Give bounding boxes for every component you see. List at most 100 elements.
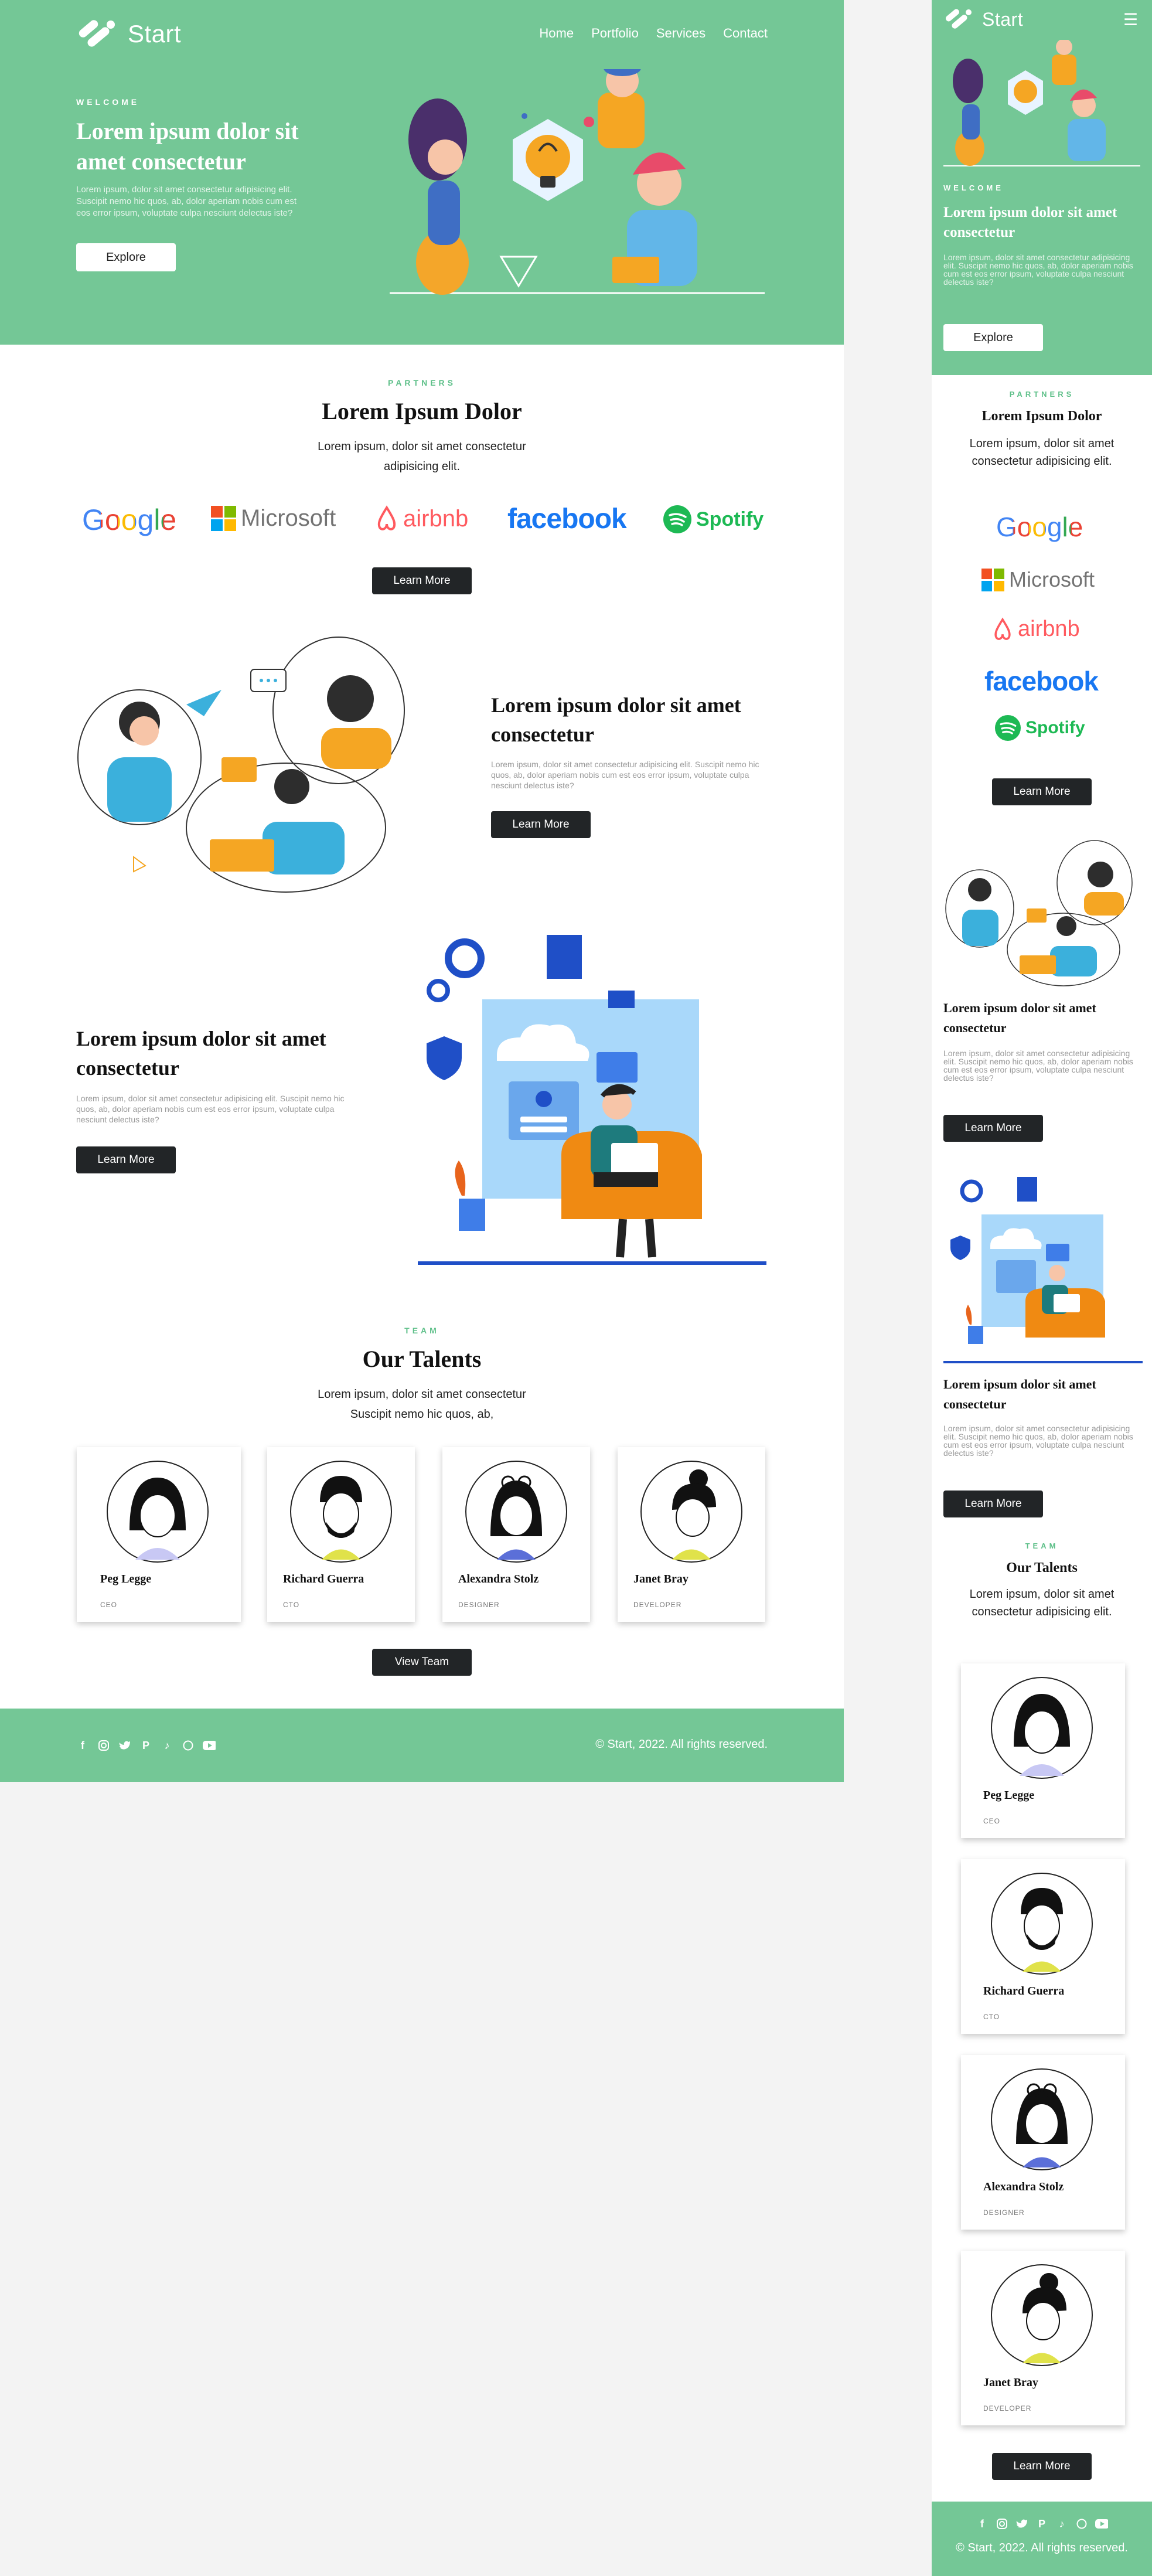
mobile-brand-logo[interactable]: Start — [943, 8, 1023, 30]
facebook-logo-text: facebook — [984, 666, 1099, 696]
tiktok-icon[interactable]: ♪ — [1055, 2517, 1068, 2530]
partners-title: Lorem Ipsum Dolor — [981, 409, 1102, 424]
feature2-learn-more-button[interactable]: Learn More — [943, 1491, 1043, 1517]
spotify-logo-text: Spotify — [696, 508, 764, 530]
cloud-security-illustration — [943, 1177, 1143, 1363]
communication-illustration — [77, 637, 405, 893]
pinterest-icon[interactable]: P — [139, 1739, 152, 1752]
team-card[interactable]: Peg Legge CEO — [961, 1663, 1125, 1838]
team-learn-more-button[interactable]: Learn More — [992, 2453, 1092, 2480]
feature2-title: Lorem ipsum dolor sit amet consectetur — [943, 1377, 1096, 1411]
microsoft-logo-text: Microsoft — [1009, 567, 1095, 591]
feature1-learn-more-button[interactable]: Learn More — [943, 1115, 1043, 1142]
feature1-text: Lorem ipsum, dolor sit amet consectetur … — [943, 1049, 1133, 1083]
feature1-learn-more-button[interactable]: Learn More — [491, 811, 591, 838]
logo-mark-icon — [943, 8, 974, 30]
google-logo-text: Google — [996, 512, 1083, 542]
nav-home[interactable]: Home — [539, 26, 574, 41]
youtube-icon[interactable] — [1095, 2517, 1108, 2530]
spotify-logo-text: Spotify — [1025, 718, 1085, 737]
team-eyebrow: TEAM — [1025, 1541, 1059, 1550]
tiktok-icon[interactable]: ♪ — [161, 1739, 173, 1752]
airbnb-logo-text: airbnb — [403, 505, 469, 532]
partners-learn-more-button[interactable]: Learn More — [992, 778, 1092, 805]
explore-button[interactable]: Explore — [943, 324, 1043, 351]
feature1-title: Lorem ipsum dolor sit amet consectetur — [491, 693, 741, 746]
pinterest-icon[interactable]: P — [1035, 2517, 1048, 2530]
member-name: Peg Legge — [100, 1573, 152, 1585]
hero-text: Lorem ipsum, dolor sit amet consectetur … — [943, 253, 1133, 287]
youtube-icon[interactable] — [203, 1739, 216, 1752]
nav-services[interactable]: Services — [656, 26, 705, 41]
microsoft-logo: Microsoft — [211, 505, 336, 532]
feature1-text: Lorem ipsum, dolor sit amet consectetur … — [491, 760, 759, 790]
microsoft-logo: Microsoft — [981, 567, 1095, 592]
mobile-hero-section: Start ☰ WELCOME Lorem ipsum dolor sit am… — [932, 0, 1152, 375]
avatar — [290, 1461, 392, 1563]
member-role: DESIGNER — [983, 2209, 1025, 2217]
partners-text: Lorem ipsum, dolor sit amet consectetur … — [969, 437, 1114, 468]
team-card[interactable]: Alexandra Stolz DESIGNER — [961, 2055, 1125, 2230]
main-nav: Home Portfolio Services Contact — [539, 26, 768, 41]
partners-eyebrow: PARTNERS — [388, 378, 456, 387]
facebook-logo: facebook — [507, 503, 627, 535]
team-card[interactable]: Richard Guerra CTO — [267, 1447, 415, 1622]
avatar — [465, 1461, 567, 1563]
airbnb-belo-icon — [994, 617, 1011, 640]
facebook-icon[interactable]: f — [76, 1739, 89, 1752]
member-name: Alexandra Stolz — [983, 2180, 1064, 2193]
explore-button[interactable]: Explore — [76, 243, 176, 271]
avatar — [991, 1873, 1093, 1975]
team-eyebrow: TEAM — [404, 1326, 439, 1335]
member-role: CEO — [983, 1817, 1001, 1825]
spotify-icon — [663, 505, 691, 533]
brand-logo[interactable]: Start — [76, 18, 181, 49]
partners-learn-more-button[interactable]: Learn More — [372, 567, 472, 594]
google-logo: Google — [996, 511, 1083, 543]
whatsapp-icon[interactable] — [182, 1739, 195, 1752]
team-card[interactable]: Janet Bray DEVELOPER — [961, 2251, 1125, 2425]
hero-eyebrow: WELCOME — [76, 97, 140, 107]
member-name: Janet Bray — [633, 1573, 689, 1585]
team-card[interactable]: Alexandra Stolz DESIGNER — [442, 1447, 590, 1622]
feature2-learn-more-button[interactable]: Learn More — [76, 1146, 176, 1173]
view-team-button[interactable]: View Team — [372, 1649, 472, 1676]
twitter-icon[interactable] — [118, 1739, 131, 1752]
social-links: f P ♪ — [932, 2517, 1152, 2530]
member-role: CTO — [983, 2013, 1000, 2021]
logo-mark-icon — [76, 18, 120, 49]
google-logo: Google — [82, 503, 176, 537]
instagram-icon[interactable] — [97, 1739, 110, 1752]
spotify-logo: Spotify — [995, 715, 1085, 741]
facebook-logo-text: facebook — [507, 503, 627, 535]
member-name: Richard Guerra — [983, 1985, 1065, 1997]
hero-title: Lorem ipsum dolor sit amet consectetur — [943, 205, 1117, 240]
facebook-icon[interactable]: f — [976, 2517, 989, 2530]
team-card[interactable]: Peg Legge CEO — [77, 1447, 241, 1622]
spotify-logo: Spotify — [663, 505, 764, 533]
copyright: © Start, 2022. All rights reserved. — [595, 1738, 768, 1751]
team-card[interactable]: Richard Guerra CTO — [961, 1859, 1125, 2034]
footer: f P ♪ © Start, 2022. All rights reserved… — [0, 1709, 844, 1782]
hero-team-illustration — [943, 40, 1140, 166]
member-role: CEO — [100, 1601, 118, 1609]
nav-portfolio[interactable]: Portfolio — [591, 26, 639, 41]
partners-text: Lorem ipsum, dolor sit amet consectetur … — [318, 440, 526, 473]
nav-contact[interactable]: Contact — [723, 26, 768, 41]
whatsapp-icon[interactable] — [1075, 2517, 1088, 2530]
communication-illustration — [945, 840, 1133, 986]
mobile-page: Start ☰ WELCOME Lorem ipsum dolor sit am… — [932, 0, 1152, 2576]
twitter-icon[interactable] — [1015, 2517, 1028, 2530]
avatar — [107, 1461, 209, 1563]
team-card[interactable]: Janet Bray DEVELOPER — [618, 1447, 765, 1622]
instagram-icon[interactable] — [996, 2517, 1008, 2530]
member-name: Janet Bray — [983, 2376, 1038, 2389]
hero-section: Start Home Portfolio Services Contact WE… — [0, 0, 844, 345]
social-links: f P ♪ — [76, 1739, 216, 1752]
avatar — [991, 2068, 1093, 2170]
airbnb-logo: airbnb — [375, 505, 468, 532]
hamburger-menu-icon[interactable]: ☰ — [1123, 12, 1138, 28]
hero-team-illustration — [390, 69, 765, 295]
member-name: Alexandra Stolz — [458, 1573, 539, 1585]
team-title: Our Talents — [362, 1346, 482, 1372]
